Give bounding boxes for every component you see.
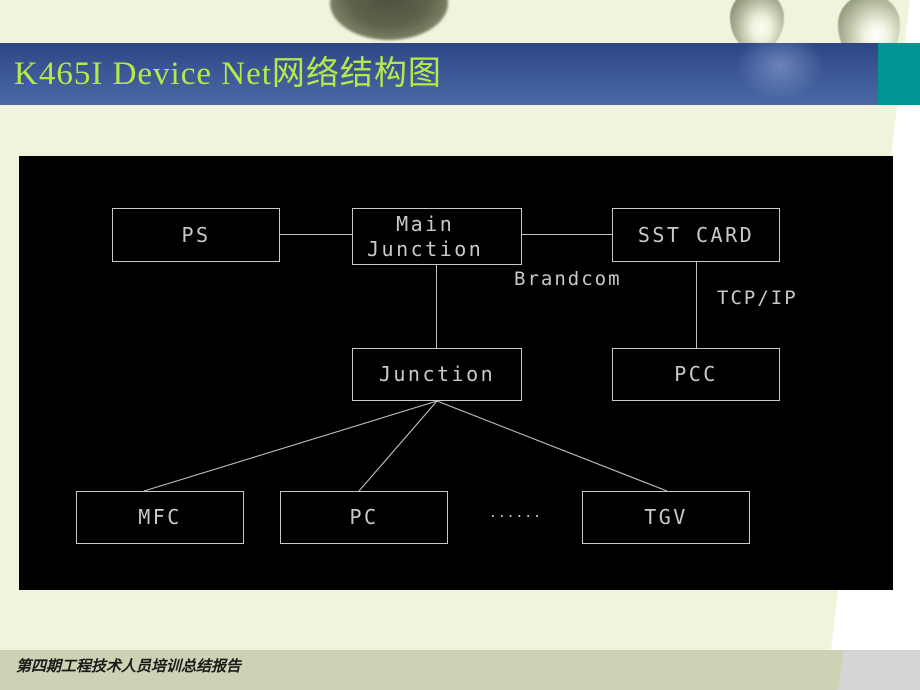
node-pc[interactable]: PC (280, 491, 448, 544)
node-main-junction-label: Main Junction (367, 211, 484, 261)
slide: K465I Device Net网络结构图 PS Main Junction S… (0, 0, 920, 690)
node-mfc-label: MFC (138, 505, 182, 529)
node-tgv[interactable]: TGV (582, 491, 750, 544)
edge-sst-card-to-pcc (696, 262, 697, 348)
node-ps[interactable]: PS (112, 208, 280, 262)
edge-main-junction-to-sst-card (522, 234, 612, 235)
edge-label-brandcom: Brandcom (514, 268, 622, 290)
edge-main-junction-to-junction (436, 265, 437, 348)
page-title: K465I Device Net网络结构图 (14, 56, 442, 92)
edge-ps-to-main-junction (280, 234, 352, 235)
node-tgv-label: TGV (644, 505, 688, 529)
node-sst-card-label: SST CARD (637, 222, 755, 247)
water-blob-decoration (330, 0, 448, 40)
ellipsis-indicator: ...... (489, 506, 542, 521)
network-diagram: PS Main Junction SST CARD Junction PCC M… (19, 156, 893, 590)
node-ps-label: PS (181, 222, 211, 247)
footer-text: 第四期工程技术人员培训总结报告 (16, 658, 242, 675)
node-junction-label: Junction (378, 362, 496, 386)
teal-accent-block-right (878, 43, 920, 105)
node-pcc[interactable]: PCC (612, 348, 780, 401)
header-photo-band (0, 0, 920, 43)
edge-label-tcpip: TCP/IP (717, 287, 798, 309)
node-sst-card[interactable]: SST CARD (612, 208, 780, 262)
node-main-junction[interactable]: Main Junction (352, 208, 522, 265)
node-mfc[interactable]: MFC (76, 491, 244, 544)
node-junction[interactable]: Junction (352, 348, 522, 401)
node-pcc-label: PCC (674, 362, 718, 386)
node-pc-label: PC (349, 505, 379, 529)
